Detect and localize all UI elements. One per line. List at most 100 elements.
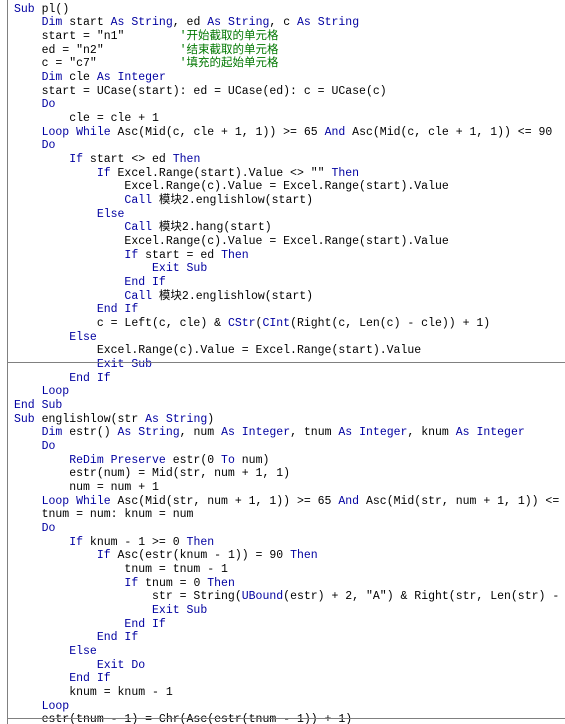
code-line[interactable]: End If bbox=[14, 631, 138, 645]
code-text: ed = "n2" bbox=[14, 44, 180, 57]
code-keyword: Exit Sub bbox=[14, 604, 208, 617]
code-text: num) bbox=[234, 454, 270, 467]
code-line[interactable]: If Excel.Range(start).Value <> "" Then bbox=[14, 167, 359, 181]
code-keyword: As Integer bbox=[221, 426, 291, 439]
code-line[interactable]: Call 模块2.englishlow(start) bbox=[14, 194, 313, 208]
code-keyword: Call bbox=[14, 194, 153, 207]
code-line[interactable]: start = UCase(start): ed = UCase(ed): c … bbox=[14, 85, 387, 99]
code-line[interactable]: Exit Do bbox=[14, 659, 145, 673]
code-text: , tnum bbox=[290, 426, 339, 439]
code-line[interactable]: knum = knum - 1 bbox=[14, 686, 173, 700]
code-line[interactable]: If Asc(estr(knum - 1)) = 90 Then bbox=[14, 549, 318, 563]
code-keyword: And bbox=[324, 126, 346, 139]
code-line[interactable]: Exit Sub bbox=[14, 262, 207, 276]
code-line[interactable]: Loop bbox=[14, 385, 70, 399]
code-keyword: To bbox=[221, 454, 235, 467]
code-line[interactable]: Excel.Range(c).Value = Excel.Range(start… bbox=[14, 180, 448, 194]
code-text: Excel.Range(c).Value = Excel.Range(start… bbox=[14, 235, 449, 248]
code-keyword: CStr bbox=[227, 317, 256, 330]
vba-code-editor[interactable]: Sub pl() Dim start As String, ed As Stri… bbox=[0, 0, 565, 724]
code-line[interactable]: Exit Sub bbox=[14, 604, 207, 618]
code-text: c = Left(c, cle) & bbox=[14, 317, 228, 330]
code-line[interactable]: Loop While Asc(Mid(str, num + 1, 1)) >= … bbox=[14, 495, 565, 509]
code-keyword: End If bbox=[14, 631, 139, 644]
code-text: englishlow(str bbox=[34, 413, 146, 426]
code-keyword: ReDim Preserve bbox=[14, 454, 166, 467]
code-line[interactable]: Do bbox=[14, 522, 56, 536]
code-line[interactable]: estr(num) = Mid(str, num + 1, 1) bbox=[14, 467, 290, 481]
code-keyword: Loop bbox=[14, 385, 70, 398]
code-line[interactable]: tnum = num: knum = num bbox=[14, 508, 194, 522]
code-text: c = "c7" bbox=[14, 57, 180, 70]
code-keyword: Exit Sub bbox=[14, 358, 153, 371]
code-line[interactable]: Dim cle As Integer bbox=[14, 71, 166, 85]
code-line[interactable]: Call 模块2.hang(start) bbox=[14, 221, 272, 235]
code-line[interactable]: Else bbox=[14, 645, 97, 659]
code-text: start <> ed bbox=[83, 153, 173, 166]
code-line[interactable]: num = num + 1 bbox=[14, 481, 159, 495]
code-keyword: As String bbox=[207, 16, 270, 29]
code-line[interactable]: Sub pl() bbox=[14, 3, 69, 17]
code-line[interactable]: End If bbox=[14, 303, 138, 317]
code-keyword: Else bbox=[14, 331, 97, 344]
code-keyword: Call bbox=[14, 221, 153, 234]
code-text: knum = knum - 1 bbox=[14, 686, 173, 699]
code-keyword: UBound bbox=[241, 590, 284, 603]
code-line[interactable]: End Sub bbox=[14, 399, 62, 413]
code-line[interactable]: Loop bbox=[14, 700, 70, 714]
code-line[interactable]: ReDim Preserve estr(0 To num) bbox=[14, 454, 269, 468]
code-line[interactable]: ed = "n2" '结束截取的单元格 bbox=[14, 44, 279, 58]
code-line[interactable]: End If bbox=[14, 618, 165, 632]
code-line[interactable]: Do bbox=[14, 98, 56, 112]
code-keyword: Then bbox=[331, 167, 360, 180]
code-line[interactable]: c = Left(c, cle) & CStr(CInt(Right(c, Le… bbox=[14, 317, 490, 331]
code-line[interactable]: If start <> ed Then bbox=[14, 153, 200, 167]
code-keyword: Then bbox=[186, 536, 215, 549]
code-line[interactable]: If start = ed Then bbox=[14, 249, 248, 263]
code-line[interactable]: End If bbox=[14, 276, 165, 290]
code-line[interactable]: End If bbox=[14, 672, 110, 686]
code-text: 模块2.englishlow(start) bbox=[152, 290, 314, 303]
code-line[interactable]: Else bbox=[14, 208, 125, 222]
code-line[interactable]: Do bbox=[14, 139, 56, 153]
code-keyword: End If bbox=[14, 303, 139, 316]
code-text: estr(0 bbox=[165, 454, 222, 467]
code-text: , knum bbox=[407, 426, 456, 439]
code-text: Excel.Range(c).Value = Excel.Range(start… bbox=[14, 344, 422, 357]
code-line[interactable]: Excel.Range(c).Value = Excel.Range(start… bbox=[14, 235, 449, 249]
code-line[interactable]: c = "c7" '填充的起始单元格 bbox=[14, 57, 279, 71]
code-line[interactable]: Sub englishlow(str As String) bbox=[14, 413, 214, 427]
code-keyword: Loop bbox=[14, 700, 70, 713]
code-keyword: As Integer bbox=[338, 426, 408, 439]
code-keyword: As String bbox=[110, 16, 173, 29]
code-keyword: Sub bbox=[14, 413, 35, 426]
code-text: , c bbox=[269, 16, 297, 29]
code-keyword: Loop While bbox=[14, 495, 111, 508]
code-line[interactable]: If knum - 1 >= 0 Then bbox=[14, 536, 214, 550]
code-text: 模块2.hang(start) bbox=[152, 221, 272, 234]
code-line[interactable]: tnum = tnum - 1 bbox=[14, 563, 228, 577]
code-line[interactable]: Call 模块2.englishlow(start) bbox=[14, 290, 313, 304]
code-line[interactable]: Excel.Range(c).Value = Excel.Range(start… bbox=[14, 344, 421, 358]
code-text: start = ed bbox=[138, 249, 222, 262]
code-line[interactable]: Exit Sub bbox=[14, 358, 152, 372]
code-keyword: If bbox=[14, 153, 84, 166]
code-line[interactable]: Dim start As String, ed As String, c As … bbox=[14, 16, 360, 30]
code-keyword: End If bbox=[14, 372, 111, 385]
code-line[interactable]: start = "n1" '开始截取的单元格 bbox=[14, 30, 279, 44]
code-text: Asc(estr(knum - 1)) = 90 bbox=[110, 549, 291, 562]
code-keyword: Dim bbox=[14, 71, 63, 84]
code-line[interactable]: cle = cle + 1 bbox=[14, 112, 159, 126]
code-line[interactable]: If tnum = 0 Then bbox=[14, 577, 234, 591]
code-line[interactable]: Do bbox=[14, 440, 56, 454]
code-line[interactable]: End If bbox=[14, 372, 111, 386]
code-line[interactable]: Loop While Asc(Mid(c, cle + 1, 1)) >= 65… bbox=[14, 126, 553, 140]
code-text: , num bbox=[179, 426, 222, 439]
code-line[interactable]: Dim estr() As String, num As Integer, tn… bbox=[14, 426, 525, 440]
procedure-separator-line bbox=[8, 718, 565, 719]
code-keyword: CInt bbox=[262, 317, 291, 330]
code-keyword: Exit Sub bbox=[14, 262, 208, 275]
code-line[interactable]: str = String(UBound(estr) + 2, "A") & Ri… bbox=[14, 590, 565, 604]
code-line[interactable]: Else bbox=[14, 331, 97, 345]
code-keyword: As Integer bbox=[96, 71, 166, 84]
